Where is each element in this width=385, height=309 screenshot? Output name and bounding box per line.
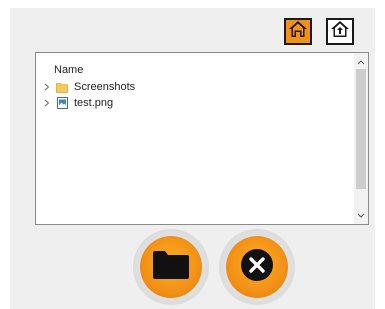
column-header-name[interactable]: Name	[54, 64, 83, 76]
list-item-test-png[interactable]: test.png	[40, 95, 113, 111]
list-item-screenshots[interactable]: Screenshots	[40, 79, 135, 95]
chevron-right-icon[interactable]	[40, 83, 54, 91]
scroll-up-icon[interactable]	[354, 55, 368, 69]
close-icon	[240, 248, 274, 287]
chevron-right-icon[interactable]	[40, 99, 54, 107]
list-item-label: Screenshots	[74, 81, 136, 93]
vertical-scrollbar[interactable]	[354, 53, 368, 224]
open-folder-button-face[interactable]	[140, 236, 202, 298]
home-upload-icon	[330, 20, 350, 43]
dialog-panel: Name Screenshots test.png	[10, 8, 375, 309]
scroll-down-icon[interactable]	[354, 208, 368, 222]
folder-icon	[151, 249, 191, 286]
cancel-button[interactable]	[219, 229, 295, 305]
home-icon	[288, 20, 308, 43]
file-browser[interactable]: Name Screenshots test.png	[35, 52, 369, 225]
scrollbar-thumb[interactable]	[356, 69, 366, 189]
image-file-icon	[56, 97, 68, 109]
cancel-button-face[interactable]	[226, 236, 288, 298]
open-folder-button[interactable]	[133, 229, 209, 305]
home-upload-button[interactable]	[326, 18, 354, 45]
home-button[interactable]	[284, 18, 312, 45]
list-item-label: test.png	[74, 97, 114, 109]
folder-icon	[56, 81, 68, 93]
